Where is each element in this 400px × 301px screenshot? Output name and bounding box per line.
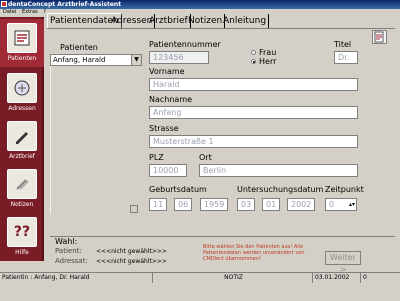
app-icon xyxy=(1,1,7,7)
strasse-label: Strasse xyxy=(149,124,179,133)
gender-frau-label: Frau xyxy=(259,48,277,57)
gender-herr-radio[interactable] xyxy=(251,59,256,64)
document-icon[interactable] xyxy=(372,30,387,44)
patients-label: Patienten xyxy=(60,43,98,52)
patient-select[interactable]: Anfang, Harald ▼ xyxy=(50,54,142,66)
tab-notizen[interactable]: Notizen xyxy=(186,14,226,28)
sidebar-item-adressen[interactable]: Adressen xyxy=(0,69,44,117)
adressat-label: Adressat: xyxy=(55,257,88,265)
sidebar: Patienten Adressen Arztbrief Notizen ?? … xyxy=(0,17,44,261)
nachname-field[interactable]: Anfang xyxy=(149,106,358,119)
sidebar-item-notizen[interactable]: Notizen xyxy=(0,165,44,213)
titel-label: Titel xyxy=(334,40,352,49)
patnr-field[interactable]: 123456 xyxy=(149,51,209,64)
menu-datei[interactable]: Datei xyxy=(3,9,16,15)
title-bar: dentaConcept Arztbrief-Assistent xyxy=(0,0,400,9)
strasse-field[interactable]: Musterstraße 1 xyxy=(149,135,358,148)
adressat-value: <<<nicht gewählt>>> xyxy=(96,258,167,265)
sidebar-item-label: Arztbrief xyxy=(9,153,35,160)
ort-label: Ort xyxy=(199,153,212,162)
menu-help[interactable]: ? xyxy=(43,9,46,15)
zeitpunkt-label: Zeitpunkt xyxy=(325,185,364,194)
patnr-label: Patientennummer xyxy=(149,40,221,49)
unt-year-field[interactable]: 2002 xyxy=(287,198,315,211)
pen-icon xyxy=(7,121,37,151)
wahl-label: Wahl: xyxy=(55,237,78,246)
help-icon: ?? xyxy=(7,217,37,247)
patients-icon xyxy=(7,23,37,53)
vorname-label: Vorname xyxy=(149,67,185,76)
menu-extras[interactable]: Extras xyxy=(22,9,38,15)
scroll-button[interactable] xyxy=(130,205,138,213)
sidebar-item-patienten[interactable]: Patienten xyxy=(0,19,44,67)
tab-anleitung[interactable]: Anleitung xyxy=(221,14,270,28)
address-icon xyxy=(7,73,37,103)
status-date: 03.01.2002 xyxy=(312,273,360,283)
vorname-field[interactable]: Harald xyxy=(149,78,358,91)
tab-divider xyxy=(47,28,395,29)
weiter-button[interactable]: Weiter > xyxy=(325,251,361,274)
notes-icon xyxy=(7,169,37,199)
titel-field[interactable]: Dr. xyxy=(334,51,358,64)
plz-label: PLZ xyxy=(149,153,164,162)
patient-label: Patient: xyxy=(55,247,82,255)
sidebar-item-label: Adressen xyxy=(8,105,36,112)
patient-value: <<<nicht gewählt>>> xyxy=(96,248,167,255)
nachname-label: Nachname xyxy=(149,95,193,104)
geb-year-field[interactable]: 1959 xyxy=(200,198,228,211)
unt-day-field[interactable]: 03 xyxy=(237,198,255,211)
unt-month-field[interactable]: 01 xyxy=(262,198,280,211)
geb-month-field[interactable]: 06 xyxy=(174,198,192,211)
geburtsdatum-label: Geburtsdatum xyxy=(149,185,207,194)
plz-field[interactable]: 10000 xyxy=(149,164,187,177)
untersuchungsdatum-label: Untersuchungsdatum xyxy=(237,185,324,194)
status-indicator: 0 xyxy=(360,273,400,283)
patient-list[interactable] xyxy=(50,66,142,214)
sidebar-item-label: Hilfe xyxy=(15,249,29,256)
sidebar-item-label: Notizen xyxy=(10,201,34,208)
zeitpunkt-value: 0 xyxy=(329,200,335,209)
status-patient: Patientin : Anfang, Dr. Harald xyxy=(2,274,90,281)
geb-day-field[interactable]: 11 xyxy=(149,198,167,211)
sidebar-item-label: Patienten xyxy=(7,55,37,62)
patient-select-value: Anfang, Harald xyxy=(53,56,106,64)
tab-arztbrief[interactable]: Arztbrief xyxy=(147,14,191,28)
sidebar-item-hilfe[interactable]: ?? Hilfe xyxy=(0,213,44,261)
sidebar-item-arztbrief[interactable]: Arztbrief xyxy=(0,117,44,165)
gender-herr-label: Herr xyxy=(259,57,277,66)
spinner-icon[interactable]: ▴▾ xyxy=(349,199,355,210)
window-title: dentaConcept Arztbrief-Assistent xyxy=(8,1,122,8)
ort-field[interactable]: Berlin xyxy=(199,164,358,177)
zeitpunkt-field[interactable]: 0 ▴▾ xyxy=(325,198,357,211)
chevron-down-icon[interactable]: ▼ xyxy=(131,55,141,65)
status-bar: Patientin : Anfang, Dr. Harald NOTIZ 03.… xyxy=(0,272,400,283)
status-notiz: NOTIZ xyxy=(152,273,312,283)
gender-frau-radio[interactable] xyxy=(251,50,256,55)
warning-text: Bitte wählen Sie den Patienten aus! Alle… xyxy=(203,244,305,262)
